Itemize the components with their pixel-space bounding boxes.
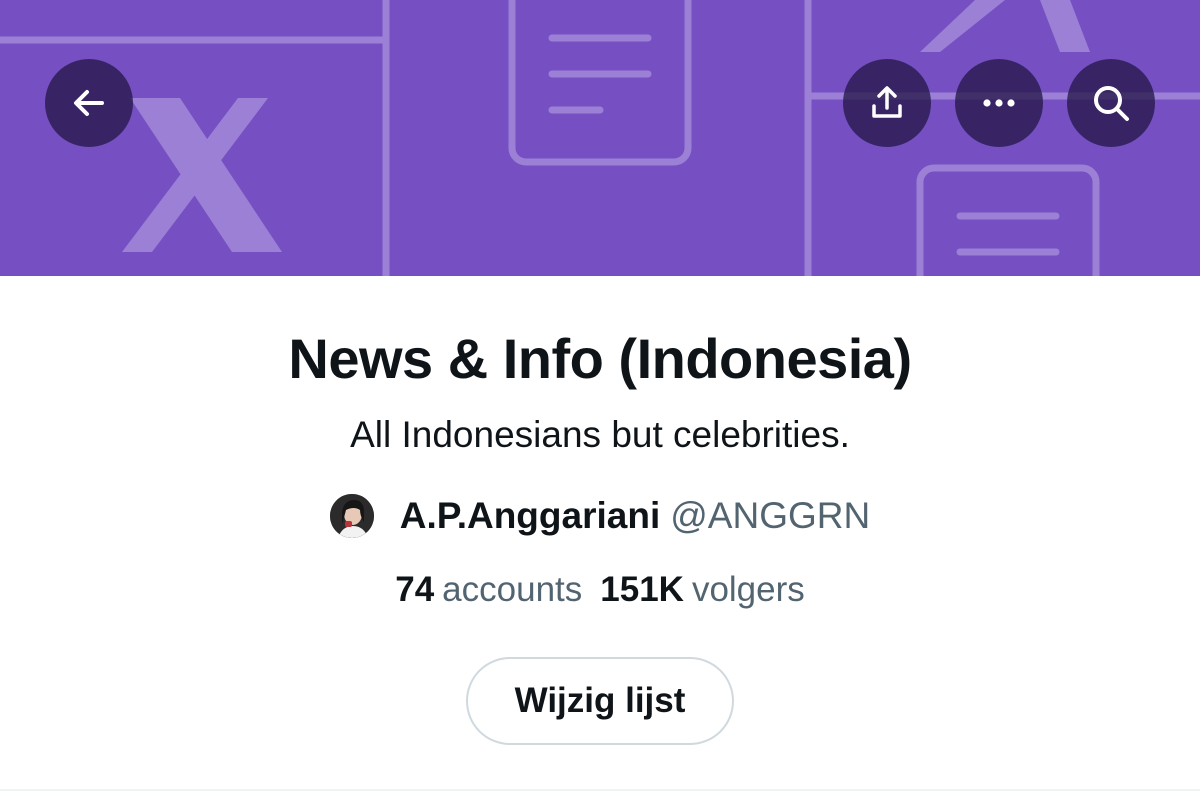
list-stats: 74 accounts 151K volgers: [0, 570, 1200, 610]
members-stat[interactable]: 74 accounts: [395, 570, 582, 610]
members-count: 74: [395, 570, 435, 609]
edit-list-button[interactable]: Wijzig lijst: [466, 657, 734, 745]
avatar-image: [329, 494, 374, 538]
owner-name[interactable]: A.P.Anggariani: [400, 495, 660, 536]
share-icon: [872, 86, 902, 118]
search-icon: [1094, 86, 1129, 121]
divider: [0, 789, 1200, 791]
avatar[interactable]: [329, 494, 374, 538]
more-horizontal-icon: [983, 99, 1015, 107]
owner-handle[interactable]: @ANGGRN: [670, 495, 870, 536]
list-banner: [0, 0, 1200, 276]
list-title: News & Info (Indonesia): [288, 327, 912, 390]
share-button[interactable]: [843, 59, 931, 147]
members-label: accounts: [442, 570, 583, 609]
more-button[interactable]: [955, 59, 1043, 147]
list-description: All Indonesians but celebrities.: [350, 414, 850, 455]
list-owner[interactable]: A.P.Anggariani @ANGGRN: [0, 494, 1200, 538]
followers-label: volgers: [691, 570, 805, 609]
search-button[interactable]: [1067, 59, 1155, 147]
followers-stat[interactable]: 151K volgers: [600, 570, 805, 610]
arrow-left-icon: [74, 90, 104, 116]
followers-count: 151K: [600, 570, 684, 609]
back-button[interactable]: [45, 59, 133, 147]
